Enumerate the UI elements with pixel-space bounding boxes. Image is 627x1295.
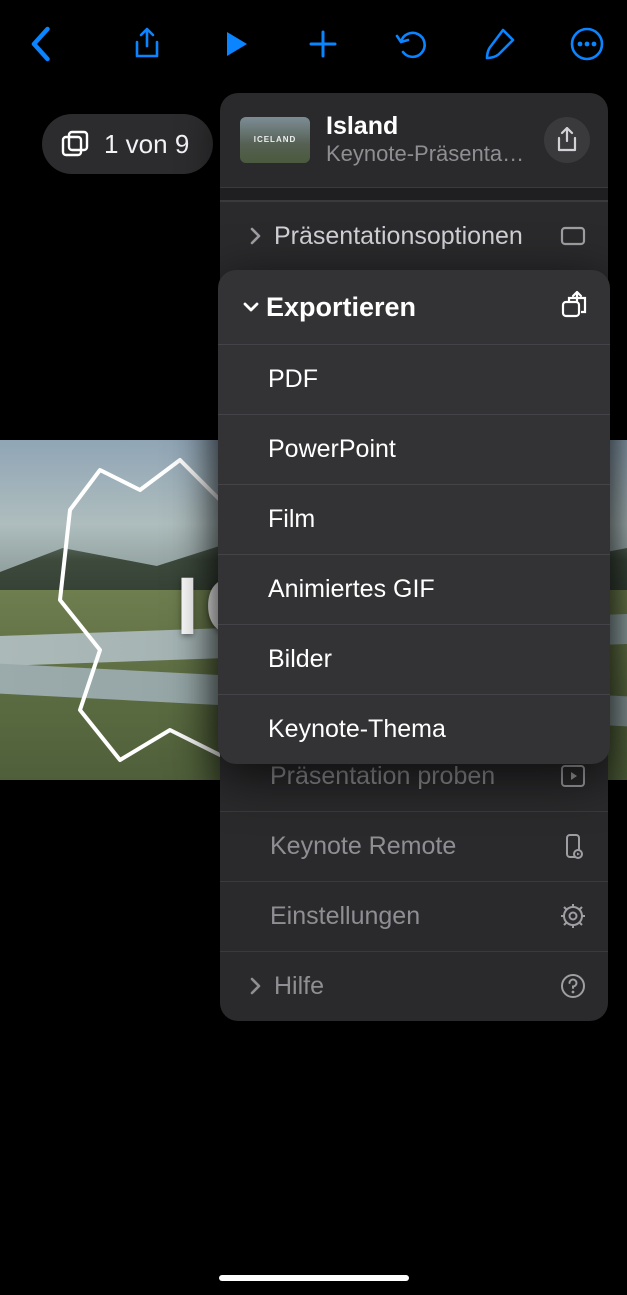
slides-icon: [60, 129, 90, 159]
play-rect-icon: [560, 763, 586, 789]
chevron-right-icon: [242, 976, 268, 996]
export-item-label: Bilder: [268, 645, 588, 674]
undo-button[interactable]: [381, 14, 441, 74]
export-item-label: Animiertes GIF: [268, 575, 588, 604]
export-item-label: Keynote-Thema: [268, 715, 588, 744]
menu-item-label: Präsentationsoptionen: [274, 222, 560, 251]
chevron-right-icon: [242, 226, 268, 246]
home-indicator[interactable]: [219, 1275, 409, 1281]
export-item-label: PDF: [268, 365, 588, 394]
doc-subtitle: Keynote-Präsentati…: [326, 141, 528, 167]
doc-title: Island: [326, 113, 528, 141]
top-toolbar: [0, 0, 627, 88]
help-icon: [560, 973, 586, 999]
presentation-icon: [560, 223, 586, 249]
slide-counter-pill[interactable]: 1 von 9: [42, 114, 213, 174]
export-header-label: Exportieren: [266, 292, 560, 323]
menu-item-settings[interactable]: Einstellungen: [220, 881, 608, 951]
export-item-keynote-theme[interactable]: Keynote-Thema: [218, 694, 610, 764]
gear-icon: [560, 903, 586, 929]
export-icon: [560, 289, 588, 326]
export-item-label: Film: [268, 505, 588, 534]
format-brush-button[interactable]: [469, 14, 529, 74]
export-submenu: Exportieren PDF PowerPoint Film Animiert…: [218, 270, 610, 764]
menu-item-label: Keynote Remote: [242, 832, 560, 861]
export-item-images[interactable]: Bilder: [218, 624, 610, 694]
play-button[interactable]: [205, 14, 265, 74]
menu-header: ICELAND Island Keynote-Präsentati…: [220, 93, 608, 187]
more-button[interactable]: [557, 14, 617, 74]
menu-item-keynote-remote[interactable]: Keynote Remote: [220, 811, 608, 881]
export-item-pdf[interactable]: PDF: [218, 344, 610, 414]
menu-item-help[interactable]: Hilfe: [220, 951, 608, 1021]
export-item-powerpoint[interactable]: PowerPoint: [218, 414, 610, 484]
menu-item-label: Einstellungen: [242, 902, 560, 931]
export-item-label: PowerPoint: [268, 435, 588, 464]
thumb-caption: ICELAND: [254, 135, 297, 144]
back-button[interactable]: [10, 14, 70, 74]
menu-item-presentation-options[interactable]: Präsentationsoptionen: [220, 201, 608, 271]
menu-item-label: Hilfe: [274, 972, 560, 1001]
share-button[interactable]: [117, 14, 177, 74]
phone-play-icon: [560, 833, 586, 859]
export-item-gif[interactable]: Animiertes GIF: [218, 554, 610, 624]
add-button[interactable]: [293, 14, 353, 74]
export-header-row[interactable]: Exportieren: [218, 270, 610, 344]
slide-counter-label: 1 von 9: [104, 129, 189, 160]
header-share-button[interactable]: [544, 117, 590, 163]
export-item-movie[interactable]: Film: [218, 484, 610, 554]
menu-item-label: Präsentation proben: [242, 762, 560, 791]
chevron-down-icon: [236, 297, 266, 317]
doc-thumbnail: ICELAND: [240, 117, 310, 163]
